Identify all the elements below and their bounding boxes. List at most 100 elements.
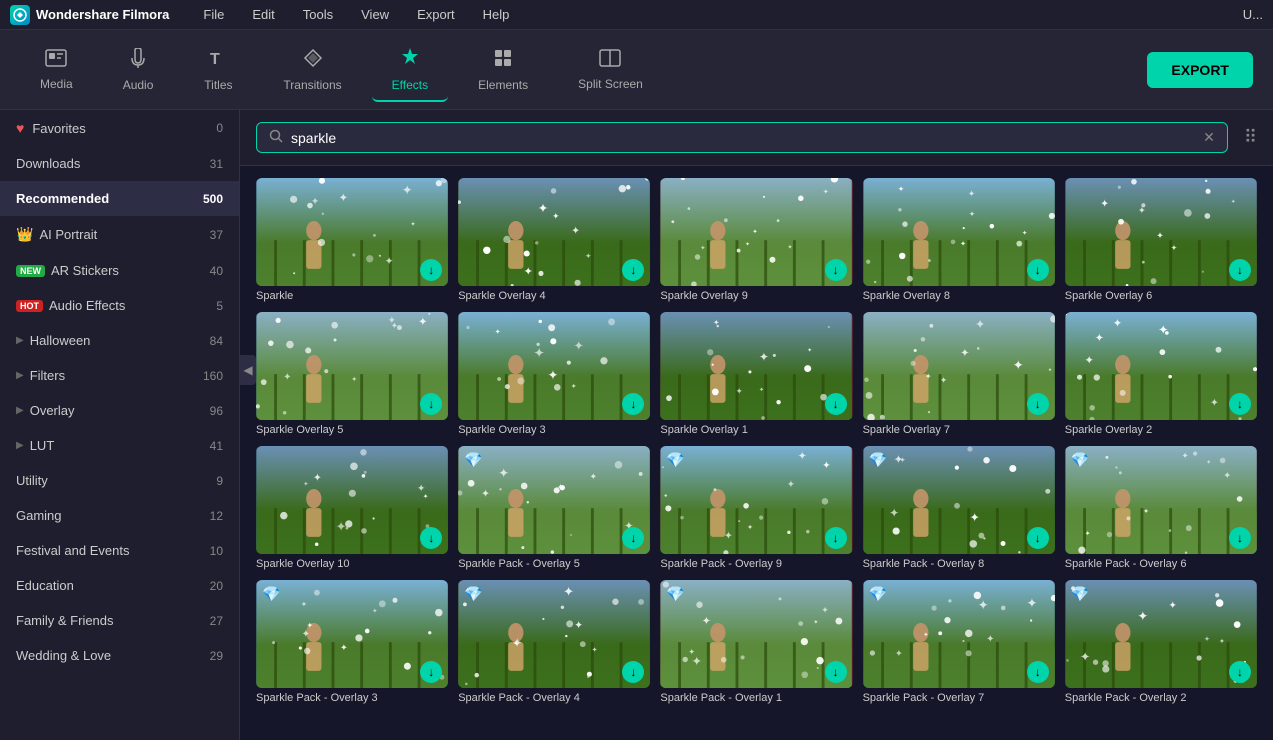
thumb-label: Sparkle Overlay 2 [1065, 424, 1257, 436]
download-button[interactable]: ↓ [825, 527, 847, 549]
menu-export[interactable]: Export [413, 5, 459, 24]
premium-icon: 💎 [869, 451, 888, 469]
search-clear-button[interactable]: ✕ [1203, 129, 1215, 146]
thumb-image: ✦✦✦✦✦ ↓ [863, 178, 1055, 286]
sidebar-item-festival-events[interactable]: Festival and Events 10 [0, 533, 239, 568]
sidebar-item-count: 12 [210, 509, 223, 523]
sidebar-item-label: Halloween [30, 333, 210, 348]
grid-item-16[interactable]: ✦✦✦✦✦ 💎 ↓ Sparkle Pack - Overlay 3 [256, 580, 448, 704]
sidebar-item-filters[interactable]: ▶ Filters 160 [0, 358, 239, 393]
tool-transitions[interactable]: Transitions [263, 40, 361, 100]
download-button[interactable]: ↓ [825, 259, 847, 281]
grid-item-18[interactable]: ✦✦✦✦✦ 💎 ↓ Sparkle Pack - Overlay 1 [660, 580, 852, 704]
sidebar-item-ar-stickers[interactable]: NEW AR Stickers 40 [0, 253, 239, 288]
sidebar-item-audio-effects[interactable]: HOT Audio Effects 5 [0, 288, 239, 323]
tool-elements[interactable]: Elements [458, 40, 548, 100]
grid-toggle-button[interactable]: ⠿ [1244, 127, 1257, 148]
sidebar-item-ai-portrait[interactable]: 👑 AI Portrait 37 [0, 216, 239, 253]
grid-item-13[interactable]: ✦✦✦✦✦ 💎 ↓ Sparkle Pack - Overlay 9 [660, 446, 852, 570]
search-bar: ✕ ⠿ [240, 110, 1273, 166]
download-button[interactable]: ↓ [1229, 259, 1251, 281]
grid-item-12[interactable]: ✦✦✦✦✦ 💎 ↓ Sparkle Pack - Overlay 5 [458, 446, 650, 570]
svg-text:✦: ✦ [823, 461, 831, 472]
sidebar-item-recommended[interactable]: Recommended 500 [0, 181, 239, 216]
tool-splitscreen-label: Split Screen [578, 77, 643, 91]
sidebar-item-favorites[interactable]: ♥ Favorites 0 [0, 110, 239, 146]
download-button[interactable]: ↓ [1027, 393, 1049, 415]
download-button[interactable]: ↓ [825, 661, 847, 683]
grid-item-7[interactable]: ✦✦✦✦✦ ↓ Sparkle Overlay 3 [458, 312, 650, 436]
svg-text:✦: ✦ [889, 506, 899, 520]
sidebar-collapse-button[interactable]: ◀ [240, 355, 256, 385]
sidebar-item-utility[interactable]: Utility 9 [0, 463, 239, 498]
app-logo-icon [10, 5, 30, 25]
app-logo: Wondershare Filmora [10, 5, 169, 25]
menu-tools[interactable]: Tools [299, 5, 337, 24]
svg-text:✦: ✦ [385, 256, 394, 268]
menu-file[interactable]: File [199, 5, 228, 24]
svg-text:✦: ✦ [759, 350, 769, 364]
tool-effects[interactable]: Effects [372, 38, 448, 102]
svg-text:✦: ✦ [1085, 530, 1091, 538]
thumb-label: Sparkle Pack - Overlay 4 [458, 692, 650, 704]
grid-item-4[interactable]: ✦✦✦✦✦ ↓ Sparkle Overlay 8 [863, 178, 1055, 302]
grid-item-2[interactable]: ✦✦✦✦✦ ↓ Sparkle Overlay 4 [458, 178, 650, 302]
audio-icon [129, 48, 147, 74]
premium-icon: 💎 [869, 585, 888, 603]
svg-text:✦: ✦ [1080, 650, 1091, 664]
sidebar-item-wedding-love[interactable]: Wedding & Love 29 [0, 638, 239, 673]
svg-text:✦: ✦ [301, 601, 307, 609]
grid-item-1[interactable]: ✦✦✦✦✦ ↓ Sparkle [256, 178, 448, 302]
sidebar-item-overlay[interactable]: ▶ Overlay 96 [0, 393, 239, 428]
grid-item-3[interactable]: ✦✦✦✦✦ ↓ Sparkle Overlay 9 [660, 178, 852, 302]
sidebar-item-label: Filters [30, 368, 203, 383]
sidebar-item-family-friends[interactable]: Family & Friends 27 [0, 603, 239, 638]
svg-text:✦: ✦ [563, 585, 574, 600]
download-button[interactable]: ↓ [1027, 259, 1049, 281]
grid-item-11[interactable]: ✦✦✦✦✦ ↓ Sparkle Overlay 10 [256, 446, 448, 570]
heart-icon: ♥ [16, 120, 24, 136]
svg-text:✦: ✦ [590, 472, 598, 482]
sidebar-item-count: 96 [210, 404, 223, 418]
sidebar-item-label: Audio Effects [49, 298, 216, 313]
export-button[interactable]: EXPORT [1147, 52, 1253, 88]
svg-text:✦: ✦ [1223, 470, 1231, 480]
menu-edit[interactable]: Edit [248, 5, 278, 24]
sidebar-item-downloads[interactable]: Downloads 31 [0, 146, 239, 181]
sidebar-item-count: 41 [210, 439, 223, 453]
tool-audio[interactable]: Audio [103, 40, 174, 100]
tool-splitscreen[interactable]: Split Screen [558, 41, 663, 99]
svg-text:✦: ✦ [1231, 198, 1236, 205]
svg-text:✦: ✦ [585, 251, 591, 260]
menu-help[interactable]: Help [479, 5, 514, 24]
tool-titles[interactable]: T Titles [183, 40, 253, 100]
svg-text:✦: ✦ [822, 605, 830, 615]
grid-item-6[interactable]: ✦✦✦✦✦ ↓ Sparkle Overlay 5 [256, 312, 448, 436]
svg-text:✦: ✦ [736, 386, 744, 396]
grid-item-20[interactable]: ✦✦✦✦✦ 💎 ↓ Sparkle Pack - Overlay 2 [1065, 580, 1257, 704]
tool-transitions-label: Transitions [283, 78, 341, 92]
svg-text:✦: ✦ [372, 609, 377, 616]
tool-media[interactable]: Media [20, 41, 93, 99]
menu-view[interactable]: View [357, 5, 393, 24]
svg-text:✦: ✦ [391, 321, 399, 331]
download-button[interactable]: ↓ [825, 393, 847, 415]
grid-item-8[interactable]: ✦✦✦✦✦ ↓ Sparkle Overlay 1 [660, 312, 852, 436]
grid-item-5[interactable]: ✦✦✦✦✦ ↓ Sparkle Overlay 6 [1065, 178, 1257, 302]
grid-item-10[interactable]: ✦✦✦✦✦ ↓ Sparkle Overlay 2 [1065, 312, 1257, 436]
search-input[interactable] [291, 130, 1195, 146]
search-input-wrapper: ✕ [256, 122, 1228, 153]
sidebar-item-halloween[interactable]: ▶ Halloween 84 [0, 323, 239, 358]
thumb-label: Sparkle Overlay 4 [458, 290, 650, 302]
grid-item-19[interactable]: ✦✦✦✦✦ 💎 ↓ Sparkle Pack - Overlay 7 [863, 580, 1055, 704]
download-button[interactable]: ↓ [1027, 527, 1049, 549]
grid-item-15[interactable]: ✦✦✦✦✦ 💎 ↓ Sparkle Pack - Overlay 6 [1065, 446, 1257, 570]
grid-item-14[interactable]: ✦✦✦✦✦ 💎 ↓ Sparkle Pack - Overlay 8 [863, 446, 1055, 570]
grid-item-9[interactable]: ✦✦✦✦✦ ↓ Sparkle Overlay 7 [863, 312, 1055, 436]
thumb-image: ✦✦✦✦✦ 💎 ↓ [458, 446, 650, 554]
sidebar-item-lut[interactable]: ▶ LUT 41 [0, 428, 239, 463]
sidebar-item-education[interactable]: Education 20 [0, 568, 239, 603]
sidebar-item-gaming[interactable]: Gaming 12 [0, 498, 239, 533]
grid-item-17[interactable]: ✦✦✦✦✦ 💎 ↓ Sparkle Pack - Overlay 4 [458, 580, 650, 704]
premium-icon: 💎 [666, 451, 685, 469]
